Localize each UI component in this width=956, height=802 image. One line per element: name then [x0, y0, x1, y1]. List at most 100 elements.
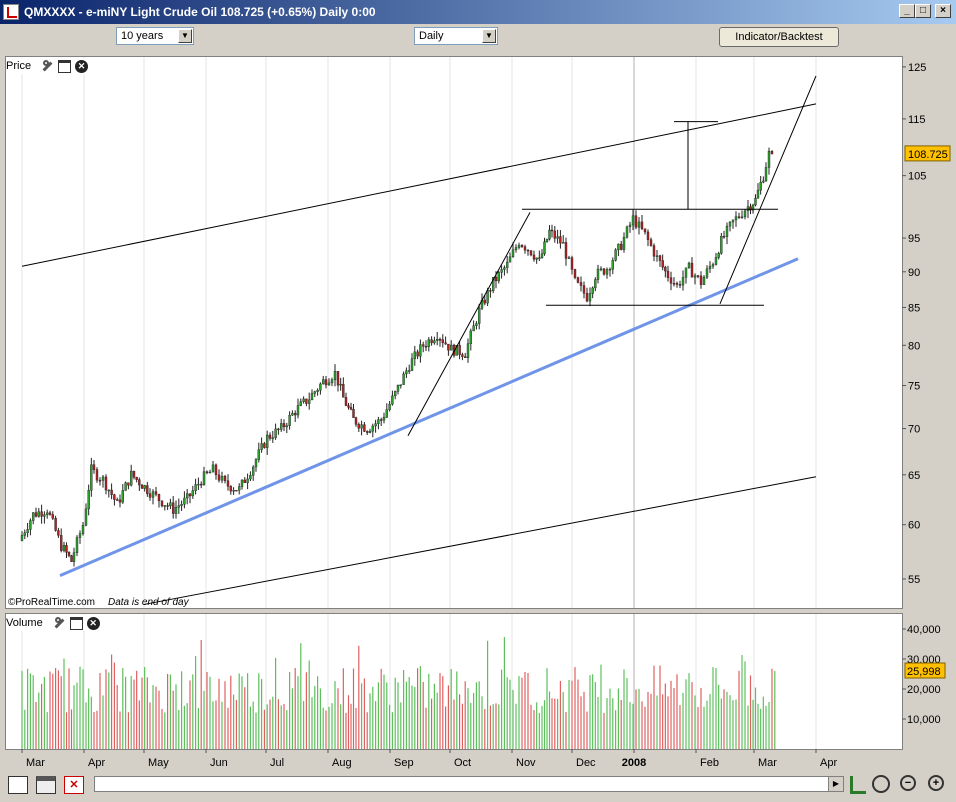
candle-body — [185, 493, 189, 499]
candle-body — [254, 459, 258, 468]
wrench-icon[interactable] — [53, 616, 66, 630]
price-pane-header: Price ✕ — [6, 58, 89, 74]
candle-body — [113, 494, 116, 500]
candle-body — [138, 479, 141, 486]
candle-body — [478, 308, 481, 324]
x-tick-label: Feb — [700, 757, 719, 769]
candle-body — [520, 245, 524, 247]
candle-body — [205, 471, 209, 474]
candle-body — [266, 434, 269, 448]
x-tick-label: Apr — [820, 757, 837, 769]
y-tick-label: 115 — [908, 114, 926, 126]
candle-body — [559, 236, 562, 244]
candle-body — [564, 242, 568, 259]
candle-body — [98, 479, 102, 482]
chart-icon[interactable] — [850, 776, 866, 794]
candle-body — [737, 216, 741, 218]
volume-y-tick-label: 10,000 — [907, 714, 941, 726]
candle-body — [26, 529, 29, 534]
candle-body — [526, 249, 530, 252]
candle-body — [366, 431, 369, 433]
candle-body — [322, 379, 325, 385]
x-tick-label: Jul — [270, 757, 284, 769]
candle-body — [174, 507, 178, 514]
window-icon[interactable] — [69, 616, 83, 630]
close-icon[interactable]: ✕ — [75, 59, 89, 73]
candle-body — [438, 339, 442, 341]
candle-body — [503, 267, 506, 270]
candle-body — [538, 257, 541, 259]
candle-body — [70, 555, 73, 562]
candle-body — [51, 514, 54, 519]
candle-body — [214, 464, 218, 476]
y-tick-label: 95 — [908, 233, 920, 245]
candle-body — [217, 474, 221, 481]
candle-body — [220, 476, 224, 481]
horizontal-scrollbar[interactable]: ▶ — [94, 776, 844, 792]
candle-body — [160, 500, 164, 507]
candle-body — [708, 265, 712, 270]
candle-body — [690, 262, 694, 278]
print-icon[interactable] — [36, 776, 56, 794]
candle-body — [553, 230, 556, 239]
candle-body — [78, 533, 82, 538]
candle-body — [107, 489, 111, 492]
candle-body — [594, 279, 597, 289]
x-tick-label: Aug — [332, 757, 352, 769]
candle-body — [661, 260, 664, 268]
wrench-icon[interactable] — [41, 59, 54, 73]
candle-body — [591, 287, 594, 294]
candle-body — [617, 243, 620, 251]
candle-body — [728, 221, 732, 227]
candle-body — [605, 269, 609, 275]
no-drawing-icon[interactable]: ✕ — [64, 776, 84, 794]
candle-body — [402, 373, 405, 385]
candle-body — [447, 343, 450, 351]
candle-body — [464, 356, 467, 358]
x-tick-label: Oct — [454, 757, 471, 769]
y-tick-label: 70 — [908, 424, 920, 436]
zoom-fit-icon[interactable] — [872, 775, 890, 793]
candle-body — [62, 545, 66, 551]
candle-body — [382, 417, 386, 421]
candle-body — [319, 383, 322, 391]
candle-body — [342, 383, 345, 398]
candle-body — [483, 299, 486, 304]
candle-body — [313, 391, 316, 394]
candle-body — [461, 354, 464, 357]
candle-body — [330, 379, 334, 384]
candle-body — [282, 423, 286, 428]
candle-body — [211, 464, 215, 473]
candle-body — [246, 478, 249, 483]
email-icon[interactable] — [8, 776, 28, 794]
candle-body — [469, 330, 472, 344]
candle-body — [579, 282, 583, 286]
candle-body — [46, 512, 49, 515]
trendline-upper-channel — [21, 103, 817, 267]
candle-body — [90, 464, 93, 491]
candle-body — [347, 405, 350, 408]
candle-body — [489, 290, 492, 292]
last-price-badge-text: 108.725 — [908, 149, 948, 161]
close-icon[interactable]: ✕ — [86, 616, 100, 630]
candle-body — [199, 483, 203, 486]
scroll-right-arrow[interactable]: ▶ — [828, 777, 843, 791]
candle-body — [523, 246, 527, 251]
x-tick-label: Mar — [758, 757, 777, 769]
candle-body — [658, 255, 662, 261]
candle-body — [517, 245, 521, 248]
zoom-out-icon[interactable]: − — [900, 775, 916, 791]
candle-body — [67, 552, 71, 556]
candle-body — [380, 419, 383, 421]
candle-body — [472, 325, 475, 332]
candle-body — [20, 535, 24, 541]
window-icon[interactable] — [58, 59, 72, 73]
candle-body — [40, 511, 43, 517]
candle-body — [251, 466, 255, 476]
chart-canvas[interactable]: Mar Apr May Jun Jul Aug Sep Oct Nov Dec 2008 Feb Mar… — [0, 0, 956, 802]
candle-body — [288, 415, 291, 426]
zoom-in-icon[interactable]: + — [928, 775, 944, 791]
candle-body — [377, 419, 380, 424]
candle-body — [620, 243, 623, 250]
candle-body — [506, 261, 509, 268]
